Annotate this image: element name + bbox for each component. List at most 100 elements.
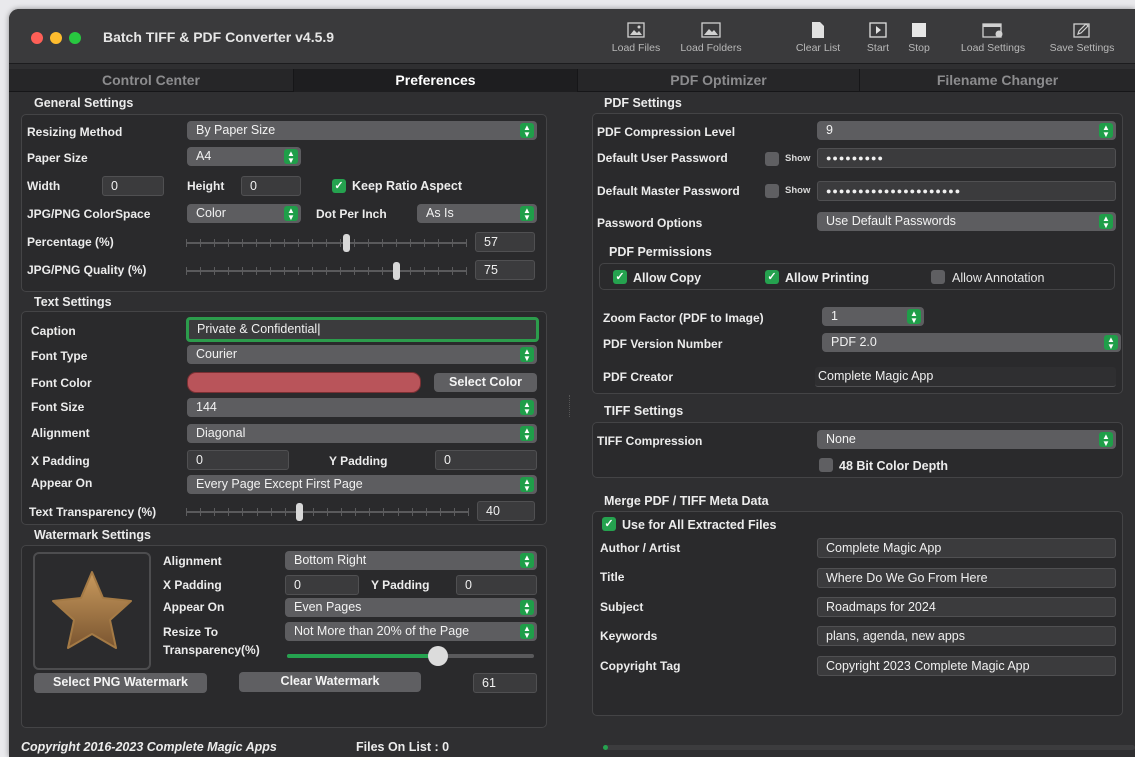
load-folders-button[interactable]: Load Folders bbox=[673, 22, 749, 54]
appear-on-select[interactable]: Every Page Except First Page ▲ ▼ bbox=[187, 475, 537, 494]
title-bar: Batch TIFF & PDF Converter v4.5.9 Load F… bbox=[9, 9, 1135, 64]
slider-tick bbox=[424, 267, 425, 275]
pdf-permissions-title: PDF Permissions bbox=[609, 245, 712, 259]
quality-input[interactable]: 75 bbox=[475, 260, 535, 280]
font-type-select[interactable]: Courier ▲ ▼ bbox=[187, 345, 537, 364]
master-password-input[interactable]: ●●●●●●●●●●●●●●●●●●●●● bbox=[817, 181, 1116, 201]
pdf-version-select[interactable]: PDF 2.0 ▲ ▼ bbox=[822, 333, 1121, 352]
zoom-factor-select[interactable]: 1 ▲ ▼ bbox=[822, 307, 924, 326]
y-padding-label: Y Padding bbox=[329, 454, 388, 468]
keep-ratio-checkbox[interactable]: ✓ bbox=[332, 179, 346, 193]
title-label: Title bbox=[600, 570, 625, 584]
slider-knob[interactable] bbox=[296, 503, 303, 521]
slider-tick bbox=[424, 239, 425, 247]
master-password-label: Default Master Password bbox=[597, 184, 740, 198]
pdf-creator-label: PDF Creator bbox=[603, 370, 674, 384]
wm-resize-value: Not More than 20% of the Page bbox=[294, 624, 470, 638]
slider-tick bbox=[369, 508, 370, 516]
select-png-watermark-button[interactable]: Select PNG Watermark bbox=[34, 673, 207, 693]
wm-resize-select[interactable]: Not More than 20% of the Page ▲ ▼ bbox=[285, 622, 537, 641]
use-for-all-checkbox[interactable]: ✓ bbox=[602, 517, 616, 531]
chevron-updown-icon: ▲ ▼ bbox=[1099, 432, 1113, 448]
author-input[interactable]: Complete Magic App bbox=[817, 538, 1116, 558]
tiff-compression-select[interactable]: None ▲ ▼ bbox=[817, 430, 1116, 449]
select-color-button[interactable]: Select Color bbox=[434, 373, 537, 392]
slider-tick bbox=[466, 239, 467, 247]
alignment-value: Diagonal bbox=[196, 426, 246, 440]
save-settings-button[interactable]: Save Settings bbox=[1041, 22, 1123, 54]
subject-input[interactable]: Roadmaps for 2024 bbox=[817, 597, 1116, 617]
clear-list-button[interactable]: Clear List bbox=[787, 22, 849, 54]
alignment-select[interactable]: Diagonal ▲ ▼ bbox=[187, 424, 537, 443]
wm-y-padding-input[interactable]: 0 bbox=[456, 575, 537, 595]
text-transparency-input[interactable]: 40 bbox=[477, 501, 535, 521]
clear-watermark-button[interactable]: Clear Watermark bbox=[239, 672, 421, 692]
allow-annotation-checkbox[interactable] bbox=[931, 270, 945, 284]
minimize-window-button[interactable] bbox=[50, 32, 62, 44]
text-transparency-slider[interactable] bbox=[186, 502, 469, 522]
wm-x-padding-input[interactable]: 0 bbox=[285, 575, 359, 595]
zoom-window-button[interactable] bbox=[69, 32, 81, 44]
split-view-divider[interactable] bbox=[569, 395, 571, 417]
pdf-creator-input[interactable]: Complete Magic App bbox=[815, 367, 1116, 387]
wm-transparency-input[interactable]: 61 bbox=[473, 673, 537, 693]
show-master-password-checkbox[interactable] bbox=[765, 184, 779, 198]
color-depth-checkbox[interactable] bbox=[819, 458, 833, 472]
font-size-select[interactable]: 144 ▲ ▼ bbox=[187, 398, 537, 417]
show-user-password-checkbox[interactable] bbox=[765, 152, 779, 166]
wm-appear-on-label: Appear On bbox=[163, 600, 225, 614]
y-padding-input[interactable]: 0 bbox=[435, 450, 537, 470]
allow-copy-label: Allow Copy bbox=[633, 271, 702, 285]
wm-alignment-select[interactable]: Bottom Right ▲ ▼ bbox=[285, 551, 537, 570]
files-count: Files On List : 0 bbox=[356, 740, 450, 754]
percentage-slider[interactable] bbox=[186, 233, 467, 253]
user-password-input[interactable]: ●●●●●●●●● bbox=[817, 148, 1116, 168]
tab-filename-changer[interactable]: Filename Changer bbox=[860, 69, 1135, 92]
allow-copy-checkbox[interactable]: ✓ bbox=[613, 270, 627, 284]
allow-printing-label: Allow Printing bbox=[785, 271, 870, 285]
slider-knob[interactable] bbox=[393, 262, 400, 280]
stop-button[interactable]: Stop bbox=[902, 22, 936, 54]
tab-preferences[interactable]: Preferences bbox=[294, 69, 578, 92]
tab-pdf-optimizer[interactable]: PDF Optimizer bbox=[578, 69, 860, 92]
load-files-button[interactable]: Load Files bbox=[607, 22, 665, 54]
title-input[interactable]: Where Do We Go From Here bbox=[817, 568, 1116, 588]
slider-tick bbox=[186, 239, 187, 247]
width-input[interactable]: 0 bbox=[102, 176, 164, 196]
height-input[interactable]: 0 bbox=[241, 176, 301, 196]
keep-ratio-label: Keep Ratio Aspect bbox=[352, 179, 462, 193]
slider-tick bbox=[382, 267, 383, 275]
wm-appear-on-select[interactable]: Even Pages ▲ ▼ bbox=[285, 598, 537, 617]
copyright-status: Copyright 2016-2023 Complete Magic Apps bbox=[21, 740, 277, 754]
font-type-value: Courier bbox=[196, 347, 237, 361]
allow-printing-checkbox[interactable]: ✓ bbox=[765, 270, 779, 284]
show-user-password-label: Show bbox=[785, 153, 811, 164]
caption-input[interactable]: Private & Confidential| bbox=[186, 317, 539, 342]
keywords-input[interactable]: plans, agenda, new apps bbox=[817, 626, 1116, 646]
load-settings-button[interactable]: Load Settings bbox=[953, 22, 1033, 54]
font-color-well[interactable] bbox=[187, 372, 421, 393]
width-label: Width bbox=[27, 179, 61, 193]
wm-transparency-slider[interactable] bbox=[287, 645, 534, 666]
wm-alignment-label: Alignment bbox=[163, 554, 222, 568]
password-options-select[interactable]: Use Default Passwords ▲ ▼ bbox=[817, 212, 1116, 231]
paper-size-label: Paper Size bbox=[27, 151, 88, 165]
slider-knob[interactable] bbox=[343, 234, 350, 252]
tab-control-center[interactable]: Control Center bbox=[9, 69, 294, 92]
watermark-preview[interactable] bbox=[33, 552, 151, 670]
colorspace-select[interactable]: Color ▲ ▼ bbox=[187, 204, 301, 223]
copyright-tag-input[interactable]: Copyright 2023 Complete Magic App bbox=[817, 656, 1116, 676]
close-window-button[interactable] bbox=[31, 32, 43, 44]
pdf-compression-select[interactable]: 9 ▲ ▼ bbox=[817, 121, 1116, 140]
slider-tick bbox=[354, 267, 355, 275]
paper-size-select[interactable]: A4 ▲ ▼ bbox=[187, 147, 301, 166]
resizing-method-select[interactable]: By Paper Size ▲ ▼ bbox=[187, 121, 537, 140]
dpi-select[interactable]: As Is ▲ ▼ bbox=[417, 204, 537, 223]
wm-transparency-label: Transparency(%) bbox=[163, 643, 260, 657]
slider-knob[interactable] bbox=[428, 646, 448, 666]
colorspace-label: JPG/PNG ColorSpace bbox=[27, 207, 151, 221]
x-padding-input[interactable]: 0 bbox=[187, 450, 289, 470]
quality-slider[interactable] bbox=[186, 261, 467, 281]
percentage-input[interactable]: 57 bbox=[475, 232, 535, 252]
start-button[interactable]: Start bbox=[861, 22, 895, 54]
